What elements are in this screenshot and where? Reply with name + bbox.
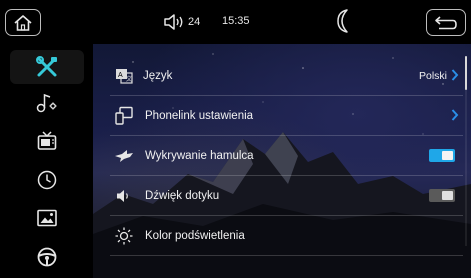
- language-label: Język: [143, 69, 173, 82]
- home-icon: [14, 14, 32, 31]
- toggle-knob: [442, 151, 453, 160]
- translate-icon: A 文: [113, 65, 135, 87]
- settings-row-brake-detection[interactable]: Wykrywanie hamulca: [110, 136, 463, 175]
- brake-detection-label: Wykrywanie hamulca: [145, 149, 254, 162]
- moon-icon[interactable]: [335, 8, 353, 34]
- steering-wheel-icon: [37, 247, 57, 267]
- sidebar-item-wallpaper-settings[interactable]: [10, 201, 84, 235]
- sidebar: [0, 44, 93, 278]
- tv-icon: [37, 131, 57, 150]
- back-button[interactable]: [426, 9, 466, 36]
- sidebar-item-general-settings[interactable]: [10, 50, 84, 84]
- picture-icon: [37, 209, 57, 227]
- clock-time: 15:35: [222, 15, 250, 27]
- svg-text:A: A: [118, 72, 123, 79]
- brake-icon: [113, 145, 135, 167]
- top-bar: 24 15:35: [0, 0, 471, 44]
- phonelink-icon: [113, 105, 135, 127]
- svg-text:文: 文: [126, 75, 132, 83]
- backlight-color-label: Kolor podświetlenia: [145, 229, 245, 242]
- touch-sound-label: Dźwięk dotyku: [145, 189, 220, 202]
- phonelink-label: Phonelink ustawienia: [145, 109, 254, 122]
- settings-row-touch-sound[interactable]: Dźwięk dotyku: [110, 176, 463, 215]
- settings-row-phonelink[interactable]: Phonelink ustawienia: [110, 96, 463, 135]
- music-settings-icon: [36, 93, 57, 113]
- sun-icon: [113, 225, 135, 247]
- touch-sound-toggle[interactable]: [429, 189, 455, 202]
- sidebar-item-car-settings[interactable]: [10, 240, 84, 274]
- chevron-right-icon: [451, 69, 459, 81]
- sidebar-item-video-settings[interactable]: [10, 124, 84, 158]
- chevron-right-icon: [451, 109, 459, 121]
- back-arrow-icon: [435, 15, 457, 29]
- home-button[interactable]: [5, 9, 41, 36]
- speaker-icon: [164, 14, 183, 30]
- speaker-icon: [113, 185, 135, 207]
- row-divider: [110, 255, 463, 256]
- volume-indicator[interactable]: 24: [163, 11, 200, 33]
- settings-row-backlight-color[interactable]: Kolor podświetlenia: [110, 216, 463, 255]
- sidebar-item-time-settings[interactable]: [10, 163, 84, 197]
- settings-row-language[interactable]: A 文 Język Polski: [110, 56, 463, 95]
- settings-panel: A 文 Język Polski Phonelink ustawienia Wy…: [93, 44, 471, 278]
- tools-icon: [36, 56, 57, 77]
- toggle-knob: [442, 191, 453, 200]
- scrollbar-thumb[interactable]: [465, 56, 467, 90]
- clock-icon: [37, 170, 57, 190]
- brake-detection-toggle[interactable]: [429, 149, 455, 162]
- sidebar-item-audio-settings[interactable]: [10, 86, 84, 120]
- language-value: Polski: [418, 69, 447, 82]
- volume-level: 24: [188, 16, 201, 28]
